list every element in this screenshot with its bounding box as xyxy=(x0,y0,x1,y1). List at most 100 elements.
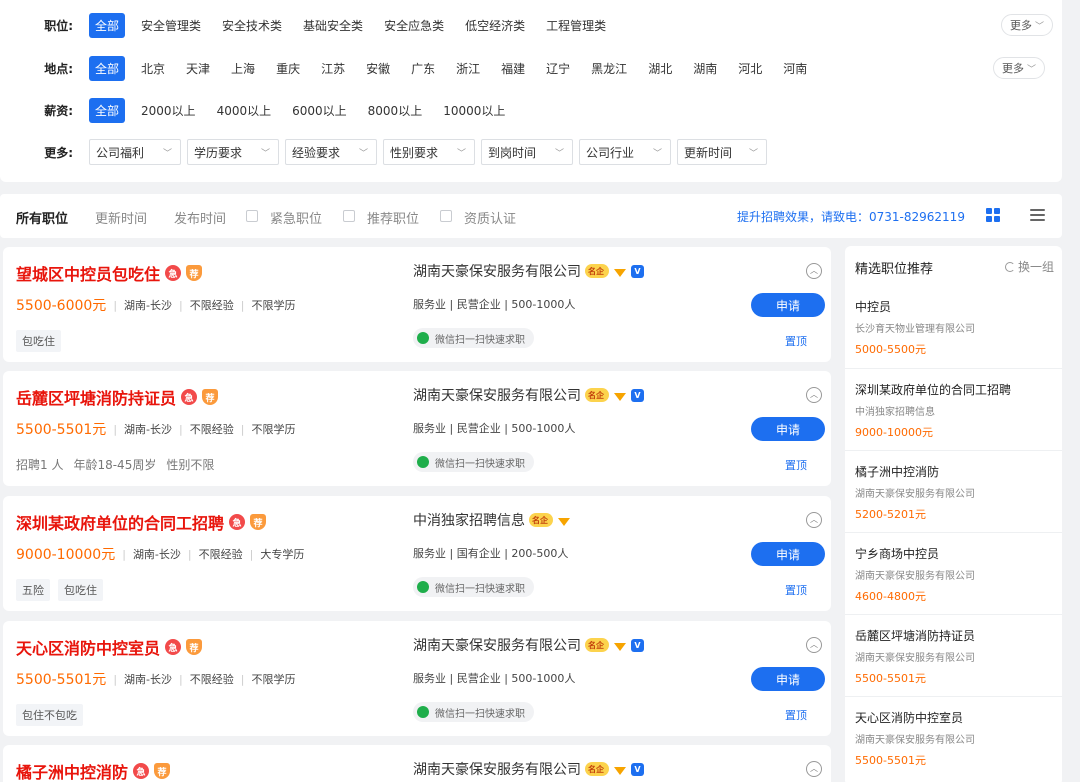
apply-button[interactable]: 申请 xyxy=(751,542,825,566)
recommend-item[interactable]: 宁乡商场中控员 湖南天豪保安服务有限公司 4600-4800元 xyxy=(845,532,1062,614)
urgent-label[interactable]: 紧急职位 xyxy=(270,208,322,227)
company-name[interactable]: 湖南天豪保安服务有限公司 xyxy=(413,759,581,779)
location-option[interactable]: 重庆 xyxy=(276,60,300,77)
location-option[interactable]: 浙江 xyxy=(456,60,480,77)
position-option[interactable]: 基础安全类 xyxy=(303,17,363,34)
urgent-checkbox[interactable] xyxy=(246,210,258,222)
recommend-item[interactable]: 中控员 长沙育天物业管理有限公司 5000-5500元 xyxy=(845,286,1062,368)
job-title-row[interactable]: 岳麓区坪塘消防持证员 急 荐 xyxy=(16,385,219,409)
recommend-item[interactable]: 橘子洲中控消防 湖南天豪保安服务有限公司 5200-5201元 xyxy=(845,450,1062,532)
job-card[interactable]: 深圳某政府单位的合同工招聘 急 荐 9000-10000元 | 湖南-长沙 | 不限… xyxy=(3,496,831,611)
location-option[interactable]: 河北 xyxy=(738,60,762,77)
salary-option[interactable]: 10000以上 xyxy=(443,102,505,119)
location-option[interactable]: 广东 xyxy=(411,60,435,77)
job-title-row[interactable]: 天心区消防中控室员 急 荐 xyxy=(16,635,203,659)
company-name[interactable]: 湖南天豪保安服务有限公司 xyxy=(413,385,581,405)
recommend-item-title[interactable]: 天心区消防中控室员 xyxy=(855,709,963,726)
recommend-item[interactable]: 深圳某政府单位的合同工招聘 中消独家招聘信息 9000-10000元 xyxy=(845,368,1062,450)
company-row[interactable]: 湖南天豪保安服务有限公司 名企 V xyxy=(413,759,644,779)
recommend-item[interactable]: 天心区消防中控室员 湖南天豪保安服务有限公司 5500-5501元 xyxy=(845,696,1062,778)
position-option[interactable]: 工程管理类 xyxy=(546,17,606,34)
position-option[interactable]: 安全技术类 xyxy=(222,17,282,34)
list-view-icon[interactable] xyxy=(1030,209,1045,221)
company-row[interactable]: 湖南天豪保安服务有限公司 名企 V xyxy=(413,261,644,281)
position-option[interactable]: 低空经济类 xyxy=(465,17,525,34)
job-card[interactable]: 天心区消防中控室员 急 荐 5500-5501元 | 湖南-长沙 | 不限经验 | 不… xyxy=(3,621,831,736)
recommend-item-title[interactable]: 深圳某政府单位的合同工招聘 xyxy=(855,381,1011,398)
collapse-icon[interactable]: ︿ xyxy=(806,512,822,528)
collapse-icon[interactable]: ︿ xyxy=(806,263,822,279)
position-option-all[interactable]: 全部 xyxy=(89,12,126,38)
location-option[interactable]: 湖北 xyxy=(648,60,672,77)
job-card[interactable]: 望城区中控员包吃住 急 荐 5500-6000元 | 湖南-长沙 | 不限经验 | 不… xyxy=(3,247,831,362)
recommend-item-title[interactable]: 岳麓区坪塘消防持证员 xyxy=(855,627,975,644)
company-name[interactable]: 湖南天豪保安服务有限公司 xyxy=(413,635,581,655)
dropdown-update-time[interactable]: 更新时间 ﹀ xyxy=(677,139,767,165)
location-option[interactable]: 安徽 xyxy=(366,60,390,77)
sort-all-jobs[interactable]: 所有职位 xyxy=(16,208,68,227)
recommended-label[interactable]: 推荐职位 xyxy=(367,208,419,227)
position-option[interactable]: 安全应急类 xyxy=(384,17,444,34)
pin-link[interactable]: 置顶 xyxy=(785,333,807,349)
location-option[interactable]: 河南 xyxy=(783,60,807,77)
dropdown-start-time[interactable]: 到岗时间 ﹀ xyxy=(481,139,573,165)
location-option[interactable]: 湖南 xyxy=(693,60,717,77)
recommend-item[interactable]: 岳麓区坪塘消防持证员 湖南天豪保安服务有限公司 5500-5501元 xyxy=(845,614,1062,696)
company-name[interactable]: 湖南天豪保安服务有限公司 xyxy=(413,261,581,281)
sort-publish-time[interactable]: 发布时间 xyxy=(174,208,226,227)
job-card[interactable]: 岳麓区坪塘消防持证员 急 荐 5500-5501元 | 湖南-长沙 | 不限经验 |… xyxy=(3,371,831,486)
job-title[interactable]: 望城区中控员包吃住 xyxy=(16,261,160,285)
location-option[interactable]: 福建 xyxy=(501,60,525,77)
wechat-scan-button[interactable]: 微信扫一扫快速求职 xyxy=(413,702,534,722)
dropdown-education[interactable]: 学历要求 ﹀ xyxy=(187,139,279,165)
salary-option[interactable]: 8000以上 xyxy=(368,102,423,119)
position-option[interactable]: 安全管理类 xyxy=(141,17,201,34)
location-option[interactable]: 黑龙江 xyxy=(591,60,627,77)
collapse-icon[interactable]: ︿ xyxy=(806,387,822,403)
location-option-all[interactable]: 全部 xyxy=(89,55,126,81)
collapse-icon[interactable]: ︿ xyxy=(806,761,822,777)
refresh-button[interactable]: 换一组 xyxy=(1005,258,1054,275)
dropdown-experience[interactable]: 经验要求 ﹀ xyxy=(285,139,377,165)
wechat-scan-button[interactable]: 微信扫一扫快速求职 xyxy=(413,577,534,597)
location-option[interactable]: 上海 xyxy=(231,60,255,77)
certified-label[interactable]: 资质认证 xyxy=(464,208,516,227)
position-more-button[interactable]: 更多 ﹀ xyxy=(1001,14,1053,36)
wechat-scan-button[interactable]: 微信扫一扫快速求职 xyxy=(413,328,534,348)
grid-view-icon[interactable] xyxy=(986,208,1000,222)
recommend-item-title[interactable]: 中控员 xyxy=(855,298,891,315)
company-name[interactable]: 中消独家招聘信息 xyxy=(413,510,525,530)
job-title[interactable]: 橘子洲中控消防 xyxy=(16,759,128,782)
salary-option[interactable]: 2000以上 xyxy=(141,102,196,119)
pin-link[interactable]: 置顶 xyxy=(785,457,807,473)
dropdown-gender[interactable]: 性别要求 ﹀ xyxy=(383,139,475,165)
salary-option[interactable]: 4000以上 xyxy=(217,102,272,119)
location-option[interactable]: 北京 xyxy=(141,60,165,77)
dropdown-benefits[interactable]: 公司福利 ﹀ xyxy=(89,139,181,165)
company-row[interactable]: 中消独家招聘信息 名企 xyxy=(413,510,570,530)
job-title-row[interactable]: 橘子洲中控消防 急 荐 xyxy=(16,759,171,782)
collapse-icon[interactable]: ︿ xyxy=(806,637,822,653)
certified-checkbox[interactable] xyxy=(440,210,452,222)
location-option[interactable]: 辽宁 xyxy=(546,60,570,77)
location-option[interactable]: 天津 xyxy=(186,60,210,77)
job-title[interactable]: 深圳某政府单位的合同工招聘 xyxy=(16,510,224,534)
dropdown-industry[interactable]: 公司行业 ﹀ xyxy=(579,139,671,165)
job-title-row[interactable]: 深圳某政府单位的合同工招聘 急 荐 xyxy=(16,510,267,534)
salary-option-all[interactable]: 全部 xyxy=(89,97,126,123)
job-title-row[interactable]: 望城区中控员包吃住 急 荐 xyxy=(16,261,203,285)
job-title[interactable]: 天心区消防中控室员 xyxy=(16,635,160,659)
job-card[interactable]: 橘子洲中控消防 急 荐 湖南天豪保安服务有限公司 名企 V ︿ xyxy=(3,745,831,782)
apply-button[interactable]: 申请 xyxy=(751,417,825,441)
location-option[interactable]: 江苏 xyxy=(321,60,345,77)
location-more-button[interactable]: 更多 ﹀ xyxy=(993,57,1045,79)
company-row[interactable]: 湖南天豪保安服务有限公司 名企 V xyxy=(413,635,644,655)
recommend-item-title[interactable]: 宁乡商场中控员 xyxy=(855,545,939,562)
sort-update-time[interactable]: 更新时间 xyxy=(95,208,147,227)
apply-button[interactable]: 申请 xyxy=(751,293,825,317)
apply-button[interactable]: 申请 xyxy=(751,667,825,691)
salary-option[interactable]: 6000以上 xyxy=(292,102,347,119)
wechat-scan-button[interactable]: 微信扫一扫快速求职 xyxy=(413,452,534,472)
company-row[interactable]: 湖南天豪保安服务有限公司 名企 V xyxy=(413,385,644,405)
pin-link[interactable]: 置顶 xyxy=(785,707,807,723)
